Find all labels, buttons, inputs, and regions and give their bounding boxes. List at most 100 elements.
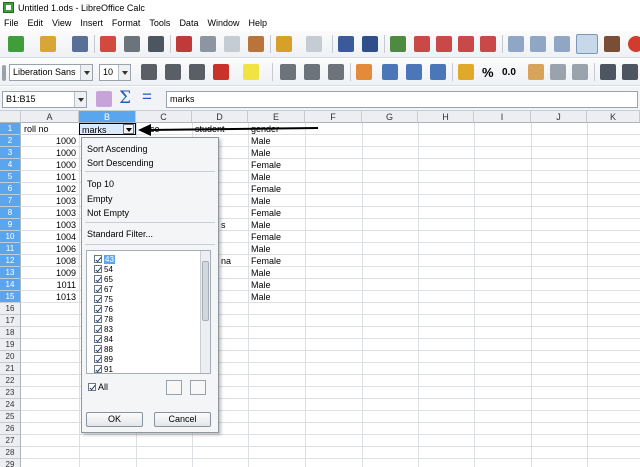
row-header[interactable]: 2	[0, 135, 21, 147]
cancel-button[interactable]: Cancel	[154, 412, 211, 427]
row-header[interactable]: 22	[0, 375, 21, 387]
checkbox-icon[interactable]	[94, 365, 102, 373]
print-preview-icon[interactable]	[148, 36, 164, 52]
wrap-text-icon[interactable]	[356, 64, 372, 80]
menu-insert[interactable]: Insert	[80, 18, 103, 28]
highlight-color-icon[interactable]	[243, 64, 259, 80]
list-scrollbar[interactable]	[200, 251, 210, 373]
cell-e[interactable]: Male	[249, 195, 305, 207]
autofilter-dropdown-button[interactable]	[123, 124, 134, 134]
autospellcheck-icon[interactable]	[362, 36, 378, 52]
checkbox-icon[interactable]	[94, 325, 102, 333]
open-folder-icon[interactable]	[40, 36, 56, 52]
sort-descending-item[interactable]: Sort Descending	[87, 158, 154, 168]
cell-a[interactable]: 1011	[22, 279, 78, 291]
menu-view[interactable]: View	[52, 18, 71, 28]
column-header-k[interactable]: K	[587, 111, 640, 123]
row-header[interactable]: 4	[0, 159, 21, 171]
cell-e[interactable]: Female	[249, 159, 305, 171]
cell-d12[interactable]: na	[219, 255, 247, 267]
align-bottom-icon[interactable]	[430, 64, 446, 80]
cell-a[interactable]: 1000	[22, 147, 78, 159]
percent-format-button[interactable]: %	[482, 65, 494, 80]
date-format-icon[interactable]	[528, 64, 544, 80]
row-header[interactable]: 17	[0, 315, 21, 327]
checkbox-icon[interactable]	[94, 275, 102, 283]
checkbox-icon[interactable]	[94, 345, 102, 353]
sort-descending-icon[interactable]	[554, 36, 570, 52]
column-header-j[interactable]: J	[531, 111, 587, 123]
row-header[interactable]: 21	[0, 363, 21, 375]
checkbox-icon[interactable]	[94, 335, 102, 343]
delete-decimal-icon[interactable]	[572, 64, 588, 80]
grid-icon[interactable]	[390, 36, 406, 52]
print-icon[interactable]	[124, 36, 140, 52]
unselect-current-icon[interactable]	[190, 380, 206, 395]
menu-format[interactable]: Format	[112, 18, 141, 28]
select-current-icon[interactable]	[166, 380, 182, 395]
sum-icon[interactable]: Σ	[119, 88, 131, 108]
font-name-combo[interactable]: Liberation Sans	[9, 64, 93, 81]
row-header[interactable]: 28	[0, 447, 21, 459]
row-header[interactable]: 27	[0, 435, 21, 447]
row-header[interactable]: 19	[0, 339, 21, 351]
checkbox-icon[interactable]	[94, 255, 102, 263]
list-item[interactable]: 84	[94, 334, 113, 344]
cell-e[interactable]: Male	[249, 279, 305, 291]
cell-a[interactable]: 1008	[22, 255, 78, 267]
name-box[interactable]: B1:B15	[2, 91, 87, 108]
list-item[interactable]: 75	[94, 294, 113, 304]
cell-e[interactable]: Female	[249, 231, 305, 243]
align-right-icon[interactable]	[328, 64, 344, 80]
list-item[interactable]: 43	[94, 254, 115, 264]
align-left-icon[interactable]	[280, 64, 296, 80]
row-header[interactable]: 20	[0, 351, 21, 363]
currency-format-icon[interactable]	[458, 64, 474, 80]
formula-equals-icon[interactable]: =	[142, 87, 152, 107]
cell-e[interactable]: Female	[249, 183, 305, 195]
redo-icon[interactable]	[306, 36, 322, 52]
row-header[interactable]: 3	[0, 147, 21, 159]
scrollbar-thumb[interactable]	[202, 261, 209, 321]
insert-columns-icon[interactable]	[436, 36, 452, 52]
cell-a[interactable]: 1001	[22, 171, 78, 183]
sort-ascending-icon[interactable]	[530, 36, 546, 52]
row-header[interactable]: 16	[0, 303, 21, 315]
chevron-down-icon[interactable]	[80, 65, 92, 80]
checkbox-icon[interactable]	[94, 295, 102, 303]
spelling-icon[interactable]	[338, 36, 354, 52]
cell-a[interactable]: 1004	[22, 231, 78, 243]
cell-a[interactable]: 1002	[22, 183, 78, 195]
chevron-down-icon[interactable]	[74, 92, 86, 107]
cell-e[interactable]: Female	[249, 255, 305, 267]
cell-a[interactable]: 1013	[22, 291, 78, 303]
list-item[interactable]: 76	[94, 304, 113, 314]
function-wizard-icon[interactable]	[96, 91, 112, 107]
list-item[interactable]: 67	[94, 284, 113, 294]
checkbox-icon[interactable]	[94, 355, 102, 363]
save-icon[interactable]	[72, 36, 88, 52]
insert-chart-icon[interactable]	[628, 36, 640, 52]
checkbox-icon[interactable]	[88, 383, 96, 391]
column-header-h[interactable]: H	[418, 111, 474, 123]
insert-image-icon[interactable]	[604, 36, 620, 52]
cell-b1[interactable]: marks	[79, 123, 136, 135]
row-header[interactable]: 29	[0, 459, 21, 467]
row-header[interactable]: 24	[0, 399, 21, 411]
list-item[interactable]: 89	[94, 354, 113, 364]
list-item[interactable]: 65	[94, 274, 113, 284]
cell-e[interactable]: Female	[249, 207, 305, 219]
row-header[interactable]: 12	[0, 255, 21, 267]
row-header[interactable]: 15	[0, 291, 21, 303]
list-item[interactable]: 78	[94, 314, 113, 324]
row-header[interactable]: 11	[0, 243, 21, 255]
decrease-indent-icon[interactable]	[622, 64, 638, 80]
row-header[interactable]: 5	[0, 171, 21, 183]
sort-ascending-item[interactable]: Sort Ascending	[87, 144, 148, 154]
clone-formatting-icon[interactable]	[248, 36, 264, 52]
list-item[interactable]: 91	[94, 364, 113, 373]
checkbox-icon[interactable]	[94, 315, 102, 323]
paste-icon[interactable]	[224, 36, 240, 52]
ok-button[interactable]: OK	[86, 412, 143, 427]
cell-a[interactable]: 1006	[22, 243, 78, 255]
